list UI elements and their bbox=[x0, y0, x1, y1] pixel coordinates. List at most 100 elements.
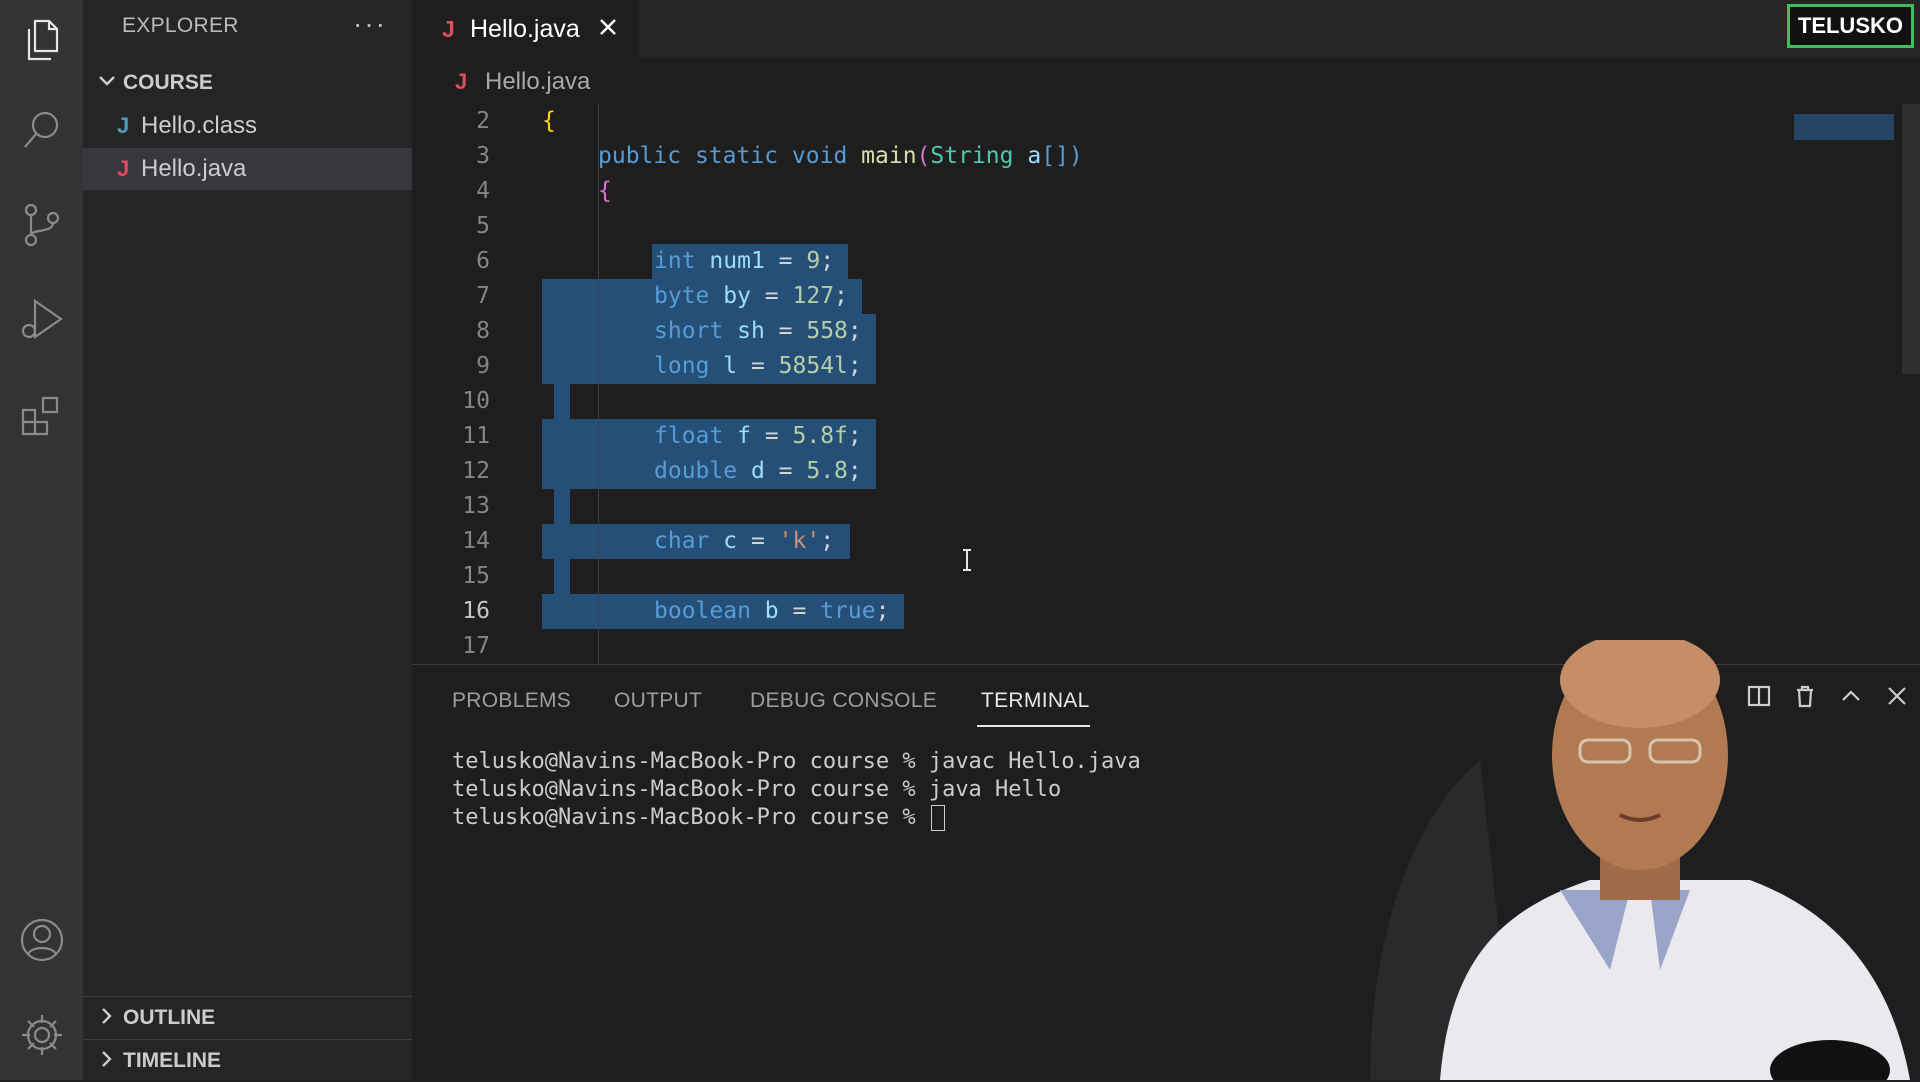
line-number: 6 bbox=[476, 248, 490, 274]
code-text: { bbox=[542, 108, 556, 134]
line-number: 15 bbox=[462, 563, 490, 589]
terminal-cursor bbox=[930, 805, 945, 831]
tab-problems[interactable]: PROBLEMS bbox=[452, 689, 571, 713]
terminal-line: telusko@Navins-MacBook-Pro course % java… bbox=[452, 749, 1141, 774]
line-number: 16 bbox=[462, 598, 490, 624]
code-line: 11 float f = 5.8f; bbox=[412, 419, 1920, 454]
minimap-selection bbox=[1794, 114, 1894, 140]
char-literal: 'k' bbox=[778, 528, 821, 554]
code-line: 6 int num1 = 9; bbox=[412, 244, 1920, 279]
line-number: 12 bbox=[462, 458, 490, 484]
variable: f bbox=[737, 423, 751, 449]
java-file-icon: J bbox=[117, 156, 130, 181]
code-text: { bbox=[598, 178, 612, 204]
code-text: public static void main(String a[]) bbox=[598, 143, 1083, 169]
keyword: int bbox=[654, 248, 696, 274]
outline-section[interactable]: OUTLINE bbox=[83, 997, 412, 1039]
code-line: 15 bbox=[412, 559, 1920, 594]
code-editor[interactable]: 2 { 3 public static void main(String a[]… bbox=[412, 104, 1920, 664]
code-line: 13 bbox=[412, 489, 1920, 524]
chevron-down-icon bbox=[83, 71, 123, 96]
selection-highlight bbox=[554, 384, 570, 419]
tab-hello-java[interactable]: J Hello.java bbox=[412, 0, 639, 58]
line-number: 8 bbox=[476, 318, 490, 344]
terminal-prompt[interactable]: telusko@Navins-MacBook-Pro course % bbox=[452, 805, 945, 831]
semicolon: ; bbox=[834, 283, 848, 309]
line-number: 10 bbox=[462, 388, 490, 414]
tab-debug-console[interactable]: DEBUG CONSOLE bbox=[750, 689, 937, 713]
extensions-icon[interactable] bbox=[12, 385, 71, 444]
close-icon[interactable] bbox=[598, 17, 618, 42]
code-line: 7 byte by = 127; bbox=[412, 279, 1920, 314]
semicolon: ; bbox=[820, 528, 835, 554]
tab-terminal[interactable]: TERMINAL bbox=[981, 689, 1090, 713]
semicolon: ; bbox=[875, 598, 890, 624]
operator: = bbox=[737, 528, 779, 554]
tab-output[interactable]: OUTPUT bbox=[614, 689, 702, 713]
brand-logo: TELUSKO bbox=[1786, 4, 1914, 48]
account-icon[interactable] bbox=[12, 910, 71, 969]
minimap[interactable] bbox=[1790, 104, 1900, 144]
code-text: boolean b = true; bbox=[654, 598, 889, 624]
code-line: 16 boolean b = true; bbox=[412, 594, 1920, 629]
semicolon: ; bbox=[847, 318, 862, 344]
line-number: 9 bbox=[476, 353, 490, 379]
editor-scrollbar[interactable] bbox=[1902, 104, 1920, 374]
explorer-icon[interactable] bbox=[12, 10, 71, 69]
variable: c bbox=[723, 528, 738, 554]
operator: = bbox=[750, 283, 793, 309]
variable: num1 bbox=[709, 248, 765, 274]
source-control-icon[interactable] bbox=[12, 195, 71, 254]
breadcrumb-file: Hello.java bbox=[485, 68, 591, 95]
keyword: double bbox=[654, 458, 738, 484]
run-debug-icon[interactable] bbox=[12, 290, 71, 349]
param-name: a bbox=[1027, 143, 1042, 169]
line-number: 3 bbox=[476, 143, 490, 169]
more-actions-icon[interactable]: ··· bbox=[353, 8, 387, 40]
semicolon: ; bbox=[820, 248, 835, 274]
explorer-title: EXPLORER bbox=[122, 14, 239, 37]
line-number: 13 bbox=[462, 493, 490, 519]
code-line: 12 double d = 5.8; bbox=[412, 454, 1920, 489]
presenter-webcam-image bbox=[1370, 640, 1910, 1080]
java-file-icon: J bbox=[117, 113, 130, 138]
line-number: 14 bbox=[462, 528, 490, 554]
code-text: long l = 5854l; bbox=[654, 353, 862, 379]
boolean-literal: true bbox=[820, 598, 876, 624]
settings-icon[interactable] bbox=[12, 1005, 71, 1064]
type-name: String bbox=[930, 143, 1014, 169]
search-icon[interactable] bbox=[12, 100, 71, 159]
chevron-right-icon bbox=[83, 1049, 123, 1074]
number: 5.8f bbox=[792, 423, 848, 449]
code-text: float f = 5.8f; bbox=[654, 423, 862, 449]
java-file-icon: J bbox=[455, 69, 468, 94]
variable: b bbox=[764, 598, 779, 624]
code-text: char c = 'k'; bbox=[654, 528, 834, 554]
file-hello-java[interactable]: J Hello.java bbox=[83, 148, 412, 190]
line-number: 7 bbox=[476, 283, 490, 309]
number: 9 bbox=[806, 248, 821, 274]
code-line: 3 public static void main(String a[]) bbox=[412, 139, 1920, 174]
timeline-section[interactable]: TIMELINE bbox=[83, 1040, 412, 1082]
operator: = bbox=[778, 598, 821, 624]
file-hello-class[interactable]: J Hello.class bbox=[83, 105, 412, 147]
keyword: boolean bbox=[654, 598, 751, 624]
terminal-line: telusko@Navins-MacBook-Pro course % bbox=[452, 805, 929, 830]
java-file-icon: J bbox=[442, 15, 455, 42]
code-line: 9 long l = 5854l; bbox=[412, 349, 1920, 384]
variable: d bbox=[750, 458, 765, 484]
semicolon: ; bbox=[847, 458, 862, 484]
keyword: float bbox=[654, 423, 724, 449]
selection-highlight bbox=[554, 489, 570, 524]
line-number: 11 bbox=[462, 423, 490, 449]
code-line: 5 bbox=[412, 209, 1920, 244]
selection-highlight bbox=[554, 559, 570, 594]
code-text: int num1 = 9; bbox=[654, 248, 834, 274]
folder-course[interactable]: COURSE bbox=[83, 62, 412, 104]
function-name: main bbox=[861, 143, 917, 169]
code-line: 8 short sh = 558; bbox=[412, 314, 1920, 349]
keyword: void bbox=[791, 143, 848, 169]
operator: = bbox=[750, 423, 793, 449]
breadcrumb[interactable]: J Hello.java bbox=[412, 62, 590, 102]
folder-label: COURSE bbox=[123, 71, 213, 94]
